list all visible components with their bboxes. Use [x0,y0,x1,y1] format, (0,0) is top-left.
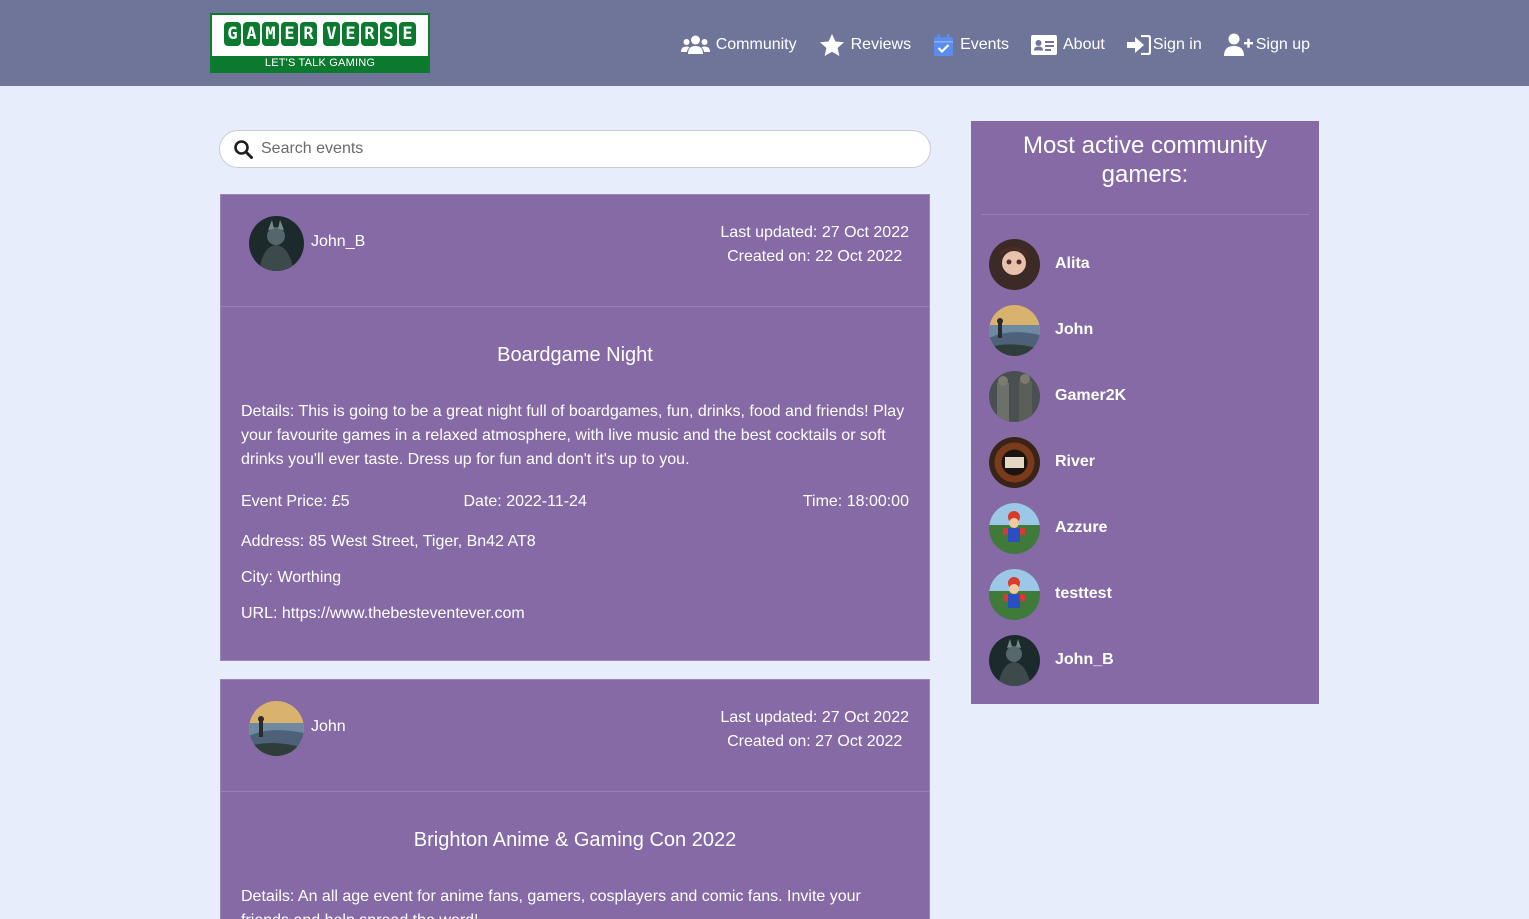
gamer-avatar [989,304,1040,356]
nav-sign-up[interactable]: Sign up [1223,33,1310,57]
gamer-name: Alita [1055,255,1090,272]
author-avatar[interactable] [249,701,304,756]
gamer-name: John_B [1055,651,1114,668]
nav-about[interactable]: About [1031,35,1105,55]
search-icon[interactable] [234,139,253,159]
event-details: Details: This is going to be a great nig… [241,403,905,468]
event-city: City: Worthing [241,569,342,586]
event-address: Address: 85 West Street, Tiger, Bn42 AT8 [241,533,536,550]
gamer-avatar [989,436,1040,488]
star-icon [819,34,844,56]
gamer-item[interactable]: testtest [989,561,1319,627]
last-updated: Last updated: 27 Oct 2022 [720,224,909,241]
gamer-name: Azzure [1055,519,1108,536]
gamer-item[interactable]: John_B [989,627,1319,693]
gamer-item[interactable]: John [989,297,1319,363]
gamer-name: River [1055,453,1096,470]
event-time: Time: 18:00:00 [802,493,909,510]
gamer-name: John [1055,321,1094,338]
gamer-item[interactable]: Gamer2K [989,363,1319,429]
search-bar[interactable] [219,130,931,168]
gamer-avatar [989,370,1040,422]
users-icon [680,35,710,54]
event-date: Date: 2022-11-24 [463,493,587,510]
id-card-icon [1031,35,1057,55]
gamer-name: Gamer2K [1055,387,1127,404]
author-name[interactable]: John_B [311,233,365,251]
author-name[interactable]: John [311,718,346,736]
nav-reviews[interactable]: Reviews [819,33,911,57]
gamer-avatar [989,238,1040,290]
created-on: Created on: 22 Oct 2022 [727,248,903,265]
gamer-avatar [989,568,1040,620]
created-on: Created on: 27 Oct 2022 [727,733,903,750]
event-card-body: Brighton Anime & Gaming Con 2022 Details… [221,792,929,919]
event-title[interactable]: Brighton Anime & Gaming Con 2022 [241,829,909,852]
logo-tagline: LET'S TALK GAMING [212,56,428,71]
active-gamers-panel: Most active community gamers: Alita John… [971,121,1319,704]
event-url[interactable]: URL: https://www.thebesteventever.com [241,605,909,623]
navbar: G A M E R V E R S E LET'S TALK GAMING Co… [0,0,1529,86]
gamer-name: testtest [1055,585,1112,602]
logo-title: G A M E R V E R S E [222,22,418,48]
event-meta-row: Event Price: £5 Date: 2022-11-24 Time: 1… [241,493,909,511]
calendar-check-icon [934,34,954,56]
user-plus-icon [1223,33,1253,56]
event-price: Event Price: £5 [241,493,350,510]
event-title[interactable]: Boardgame Night [241,344,909,367]
gamerverse-logo[interactable]: G A M E R V E R S E LET'S TALK GAMING [210,13,430,73]
gamer-item[interactable]: River [989,429,1319,495]
author-avatar[interactable] [249,216,304,271]
gamer-avatar [989,502,1040,554]
event-details: Details: An all age event for anime fans… [241,888,861,919]
event-card-header: John Last updated: 27 Oct 2022 Created o… [221,680,929,792]
sign-in-icon [1126,35,1151,55]
gamer-item[interactable]: Azzure [989,495,1319,561]
nav-events[interactable]: Events [933,33,1009,57]
event-card: John_B Last updated: 27 Oct 2022 Created… [220,194,930,661]
main-nav: Community Reviews Events About Sign in S… [680,30,1310,60]
nav-sign-in[interactable]: Sign in [1126,35,1202,55]
event-card-header: John_B Last updated: 27 Oct 2022 Created… [221,195,929,307]
event-card: John Last updated: 27 Oct 2022 Created o… [220,679,930,919]
nav-community[interactable]: Community [680,35,797,55]
gamer-item[interactable]: Alita [989,231,1319,297]
event-dates: Last updated: 27 Oct 2022 Created on: 22… [720,221,909,269]
last-updated: Last updated: 27 Oct 2022 [720,709,909,726]
gamer-avatar [989,634,1040,686]
gamers-list: Alita John Gamer2K River Azzure testtest… [971,215,1319,693]
search-input[interactable] [261,140,901,158]
panel-title: Most active community gamers: [981,121,1309,215]
event-dates: Last updated: 27 Oct 2022 Created on: 27… [720,706,909,754]
event-card-body: Boardgame Night Details: This is going t… [221,307,929,623]
